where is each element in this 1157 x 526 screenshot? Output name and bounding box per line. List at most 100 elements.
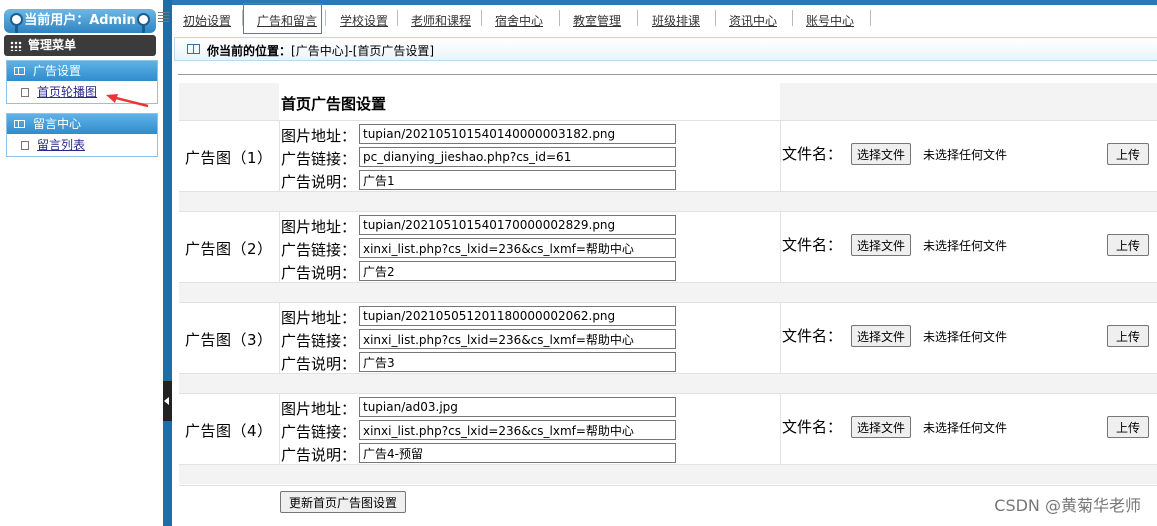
- pin-icon: [10, 13, 23, 33]
- upload-cell: 文件名： 选择文件 未选择任何文件 上传: [780, 394, 1157, 464]
- image-path-input[interactable]: [359, 215, 676, 235]
- link-input[interactable]: [359, 420, 676, 440]
- breadcrumb: 你当前的位置：[广告中心]-[首页广告设置]: [174, 37, 1157, 61]
- form-title-row: 首页广告图设置: [179, 83, 1157, 120]
- description-input[interactable]: [359, 352, 676, 372]
- update-settings-button[interactable]: 更新首页广告图设置: [280, 491, 407, 513]
- image-path-input[interactable]: [359, 397, 676, 417]
- upload-cell: 文件名： 选择文件 未选择任何文件 上传: [780, 212, 1157, 282]
- link-input[interactable]: [359, 329, 676, 349]
- no-file-text: 未选择任何文件: [923, 148, 1008, 162]
- sidebar-item-label[interactable]: 留言列表: [37, 134, 85, 156]
- image-path-input[interactable]: [359, 306, 676, 326]
- link-input[interactable]: [359, 147, 676, 167]
- upload-button[interactable]: 上传: [1107, 143, 1150, 165]
- highlight-box-annotation: [243, 3, 322, 34]
- book-icon: [187, 44, 200, 54]
- nav-item[interactable]: 账号中心: [806, 12, 854, 29]
- ad-row: 广告图（1） 图片地址： 广告链接： 广告说明： 文件名： 选择文件 未选择任何…: [179, 120, 1157, 192]
- book-icon: [14, 120, 25, 128]
- row-spacer: [179, 465, 1157, 484]
- collapse-handle[interactable]: [163, 381, 172, 421]
- sidebar-item-message-list[interactable]: 留言列表: [7, 134, 157, 156]
- menu-header: 管理菜单: [4, 35, 156, 56]
- ad-fields-cell: 图片地址： 广告链接： 广告说明：: [279, 394, 781, 464]
- ad-label-cell: 广告图（4）: [179, 394, 280, 464]
- red-arrow-annotation: [106, 94, 149, 108]
- ad-label: 广告图（2）: [185, 240, 273, 258]
- image-field-label: 图片地址：: [281, 218, 357, 236]
- ad-label-cell: 广告图（1）: [179, 121, 280, 191]
- description-input[interactable]: [359, 443, 676, 463]
- choose-file-button[interactable]: 选择文件: [851, 143, 912, 165]
- sidebar-group-title[interactable]: 留言中心: [7, 114, 157, 134]
- group-title-label: 留言中心: [33, 117, 82, 131]
- ad-label: 广告图（3）: [185, 331, 273, 349]
- ad-label-cell: 广告图（2）: [179, 212, 280, 282]
- choose-file-button[interactable]: 选择文件: [851, 234, 912, 256]
- no-file-text: 未选择任何文件: [923, 421, 1008, 435]
- nav-separator: [397, 10, 398, 26]
- choose-file-button[interactable]: 选择文件: [851, 416, 912, 438]
- sidebar: 当前用户：Admin 管理菜单 广告设置 首页轮播图 留言中心 留言列表: [0, 0, 163, 526]
- document-icon: [21, 88, 29, 97]
- link-field-label: 广告链接：: [281, 241, 357, 259]
- nav-separator: [325, 10, 326, 26]
- top-accent-bar: [0, 0, 1157, 5]
- nav-separator: [870, 10, 871, 26]
- no-file-text: 未选择任何文件: [923, 330, 1008, 344]
- current-user-box: 当前用户：Admin: [4, 9, 156, 33]
- nav-separator: [481, 10, 482, 26]
- book-icon: [14, 67, 25, 75]
- upload-cell: 文件名： 选择文件 未选择任何文件 上传: [780, 121, 1157, 191]
- ad-label: 广告图（1）: [185, 149, 273, 167]
- menu-title: 管理菜单: [28, 38, 77, 52]
- ad-fields-cell: 图片地址： 广告链接： 广告说明：: [279, 121, 781, 191]
- nav-item[interactable]: 教室管理: [573, 12, 621, 29]
- ad-fields-cell: 图片地址： 广告链接： 广告说明：: [279, 303, 781, 373]
- link-field-label: 广告链接：: [281, 332, 357, 350]
- image-field-label: 图片地址：: [281, 400, 357, 418]
- sidebar-item-label[interactable]: 首页轮播图: [37, 81, 97, 103]
- nav-item[interactable]: 班级排课: [652, 12, 700, 29]
- desc-field-label: 广告说明：: [281, 355, 357, 373]
- nav-separator: [637, 10, 638, 26]
- pin-icon: [137, 13, 150, 33]
- image-path-input[interactable]: [359, 124, 676, 144]
- upload-button[interactable]: 上传: [1107, 416, 1150, 438]
- nav-item[interactable]: 宿舍中心: [495, 12, 543, 29]
- link-input[interactable]: [359, 238, 676, 258]
- no-file-text: 未选择任何文件: [923, 239, 1008, 253]
- ad-label-cell: 广告图（3）: [179, 303, 280, 373]
- upload-button[interactable]: 上传: [1107, 325, 1150, 347]
- file-name-label: 文件名：: [782, 418, 843, 436]
- nav-item[interactable]: 初始设置: [183, 12, 231, 29]
- form-title: 首页广告图设置: [281, 95, 387, 113]
- ad-label: 广告图（4）: [185, 422, 273, 440]
- link-field-label: 广告链接：: [281, 150, 357, 168]
- upload-button[interactable]: 上传: [1107, 234, 1150, 256]
- ad-row: 广告图（4） 图片地址： 广告链接： 广告说明： 文件名： 选择文件 未选择任何…: [179, 393, 1157, 465]
- desc-field-label: 广告说明：: [281, 446, 357, 464]
- nav-separator: [792, 10, 793, 26]
- sidebar-group-title[interactable]: 广告设置: [7, 61, 157, 81]
- group-title-label: 广告设置: [33, 64, 82, 78]
- form-title-cell: 首页广告图设置: [279, 83, 780, 120]
- nav-item[interactable]: 学校设置: [340, 12, 388, 29]
- row-spacer: [179, 192, 1157, 211]
- breadcrumb-text: 你当前的位置：[广告中心]-[首页广告设置]: [207, 42, 434, 59]
- breadcrumb-prefix: 你当前的位置：: [207, 44, 292, 58]
- nav-separator: [715, 10, 716, 26]
- choose-file-button[interactable]: 选择文件: [851, 325, 912, 347]
- nav-item[interactable]: 资讯中心: [729, 12, 777, 29]
- breadcrumb-path: [广告中心]-[首页广告设置]: [291, 44, 435, 58]
- grid-icon: [10, 41, 22, 51]
- description-input[interactable]: [359, 170, 676, 190]
- nav-item[interactable]: 老师和课程: [411, 12, 471, 29]
- desc-field-label: 广告说明：: [281, 173, 357, 191]
- divider-line: [178, 74, 1157, 75]
- current-user-label: 当前用户：Admin: [24, 13, 136, 28]
- description-input[interactable]: [359, 261, 676, 281]
- link-field-label: 广告链接：: [281, 423, 357, 441]
- row-spacer: [179, 283, 1157, 302]
